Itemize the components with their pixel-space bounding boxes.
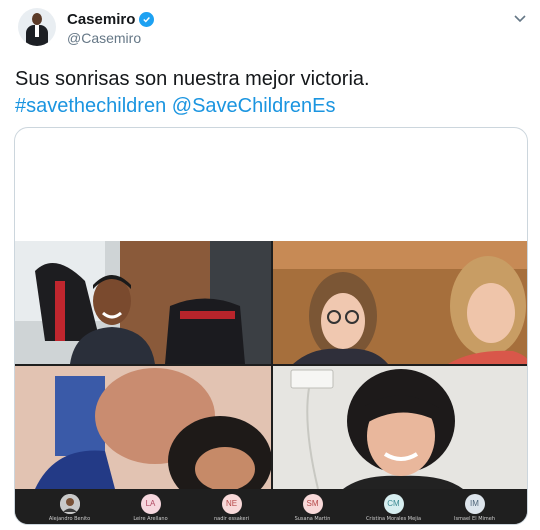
participants-bar: Alejandro Benito LA Leire Arellano NE na… — [15, 489, 527, 524]
participant-initials: CM — [383, 493, 404, 514]
media-image[interactable]: Alejandro Benito LA Leire Arellano NE na… — [14, 127, 528, 525]
participant-initials: LA — [140, 493, 161, 514]
tweet-header: Casemiro @Casemiro — [0, 0, 540, 60]
participant-avatar — [59, 493, 80, 514]
participant-name: Cristina Morales Mejia — [365, 515, 422, 522]
video-tile-kids — [15, 366, 271, 489]
participant-item[interactable]: NE nadir essakeri — [199, 493, 265, 522]
tweet-sentence: Sus sonrisas son nuestra mejor victoria. — [15, 68, 370, 90]
avatar-head — [32, 13, 42, 25]
display-name-row[interactable]: Casemiro — [67, 11, 155, 28]
participant-initials: NE — [221, 493, 242, 514]
participant-initials: IM — [464, 493, 485, 514]
participant-name: Ismael El Mimeh — [453, 515, 496, 522]
participant-name: Alejandro Benito — [48, 515, 91, 522]
participant-name: nadir essakeri — [213, 515, 250, 522]
tweet-text: Sus sonrisas son nuestra mejor victoria.… — [15, 66, 525, 120]
participant-initials: SM — [302, 493, 323, 514]
avatar-shirt — [35, 25, 39, 37]
video-tile-player — [15, 241, 271, 364]
chevron-down-icon[interactable] — [512, 10, 528, 26]
video-call-grid: Alejandro Benito LA Leire Arellano NE na… — [15, 241, 527, 524]
hashtag-link[interactable]: #savethechildren — [15, 95, 166, 117]
avatar[interactable] — [18, 8, 56, 46]
participant-name: Leire Arellano — [133, 515, 168, 522]
video-tile-girls — [273, 241, 527, 364]
participant-item[interactable]: IM Ismael El Mimeh — [442, 493, 508, 522]
participant-item[interactable]: LA Leire Arellano — [118, 493, 184, 522]
participant-item[interactable]: CM Cristina Morales Mejia — [361, 493, 427, 522]
participant-item[interactable]: SM Susana Martin — [280, 493, 346, 522]
user-handle[interactable]: @Casemiro — [67, 30, 141, 46]
display-name[interactable]: Casemiro — [67, 11, 135, 28]
verified-icon — [139, 12, 155, 27]
mention-link[interactable]: @SaveChildrenEs — [172, 95, 336, 117]
participant-item[interactable]: Alejandro Benito — [37, 493, 103, 522]
participant-name: Susana Martin — [294, 515, 331, 522]
video-tile-woman — [273, 366, 527, 489]
